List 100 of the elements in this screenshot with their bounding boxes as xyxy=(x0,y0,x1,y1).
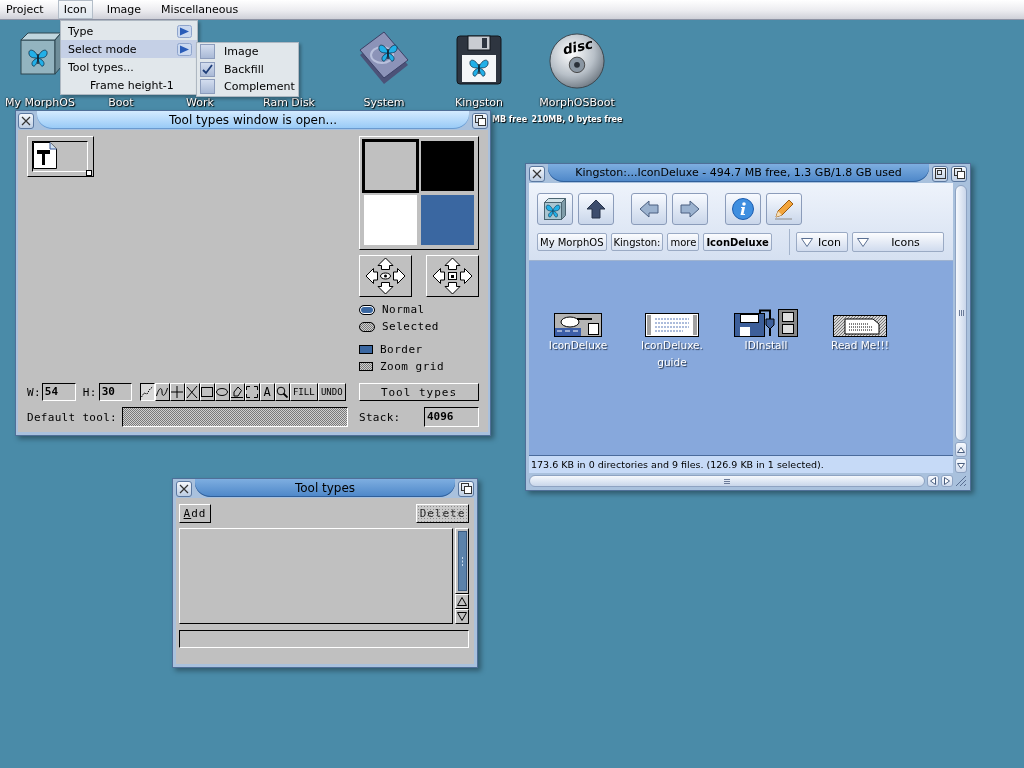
triangle-up-icon xyxy=(957,446,965,453)
checkbox[interactable] xyxy=(200,61,215,77)
tool-button[interactable]: FILL xyxy=(289,383,318,401)
scroll-down-button[interactable] xyxy=(955,458,967,473)
arrow-left-icon xyxy=(639,200,659,218)
freehand-icon xyxy=(141,386,154,398)
resize-grip-icon[interactable] xyxy=(955,475,967,487)
path-button[interactable]: My MorphOS xyxy=(537,233,607,251)
ellipse-icon xyxy=(216,386,229,398)
close-button[interactable] xyxy=(18,112,34,129)
menu-item[interactable]: Tool types... xyxy=(61,58,197,76)
icon-label[interactable]: Ram Disk xyxy=(263,97,315,109)
menu-title[interactable]: Image xyxy=(100,0,148,19)
path-button[interactable]: IconDeluxe xyxy=(703,233,772,251)
menu-title[interactable]: Miscellaneous xyxy=(155,0,245,19)
floppy-plug-icon[interactable] xyxy=(734,309,798,337)
close-button[interactable] xyxy=(529,165,545,182)
checkbox-icon[interactable] xyxy=(359,362,373,371)
menu-item[interactable]: Frame height-1 xyxy=(61,76,197,94)
triangle-down-icon xyxy=(801,237,813,247)
icon-label[interactable]: Work xyxy=(186,97,214,109)
checkbox[interactable] xyxy=(200,79,215,95)
menu-item[interactable]: Image xyxy=(197,43,298,61)
checkbox[interactable] xyxy=(200,44,215,60)
info-icon xyxy=(732,198,754,220)
program-icon[interactable] xyxy=(554,313,602,337)
document-icon[interactable] xyxy=(645,313,699,337)
triangle-up-icon xyxy=(457,597,467,606)
triangle-left-icon xyxy=(930,477,936,485)
arrow-right-icon xyxy=(680,200,700,218)
text-field[interactable] xyxy=(179,630,469,648)
color-swatch[interactable] xyxy=(421,195,474,245)
arrow-pad-button[interactable] xyxy=(359,255,412,297)
field-label: H: xyxy=(82,385,97,399)
hard-drive-icon[interactable] xyxy=(358,30,410,86)
tool-button[interactable] xyxy=(139,383,155,401)
checkbox-icon[interactable] xyxy=(359,345,373,354)
window-title: Kingston:...IconDeluxe - 494.7 MB free, 1.3 GB/1.8 GB used xyxy=(548,164,929,182)
submenu-arrow-icon xyxy=(177,24,192,38)
color-swatch[interactable] xyxy=(362,139,419,193)
menu-item[interactable]: Select mode xyxy=(61,40,197,58)
scroll-left-button[interactable] xyxy=(927,475,939,487)
arrow-pad-button[interactable] xyxy=(426,255,479,297)
dropdown[interactable]: Icons xyxy=(852,232,944,252)
checkbox-option[interactable]: Border xyxy=(359,341,479,358)
field-label: Default tool: xyxy=(27,410,117,424)
scrollbar[interactable] xyxy=(955,185,967,441)
triangle-right-icon xyxy=(944,477,950,485)
menu-title[interactable]: Icon xyxy=(57,0,93,19)
icon-subtitle: MB free xyxy=(492,115,528,125)
grip-icon xyxy=(958,310,964,316)
menu-item[interactable]: Type xyxy=(61,22,197,40)
icon-label[interactable]: MorphOSBoot xyxy=(539,97,615,109)
width-field[interactable]: 54 xyxy=(41,383,76,401)
stack-field[interactable]: 4096 xyxy=(424,407,479,427)
icon-label[interactable]: Kingston xyxy=(455,97,503,109)
radio-option[interactable]: Selected xyxy=(359,318,479,335)
radio-icon[interactable] xyxy=(359,321,375,332)
toolbar-button[interactable] xyxy=(725,193,761,225)
scrollbar[interactable] xyxy=(529,475,925,487)
page-icon[interactable] xyxy=(833,315,887,337)
color-swatch[interactable] xyxy=(421,141,474,191)
close-icon xyxy=(179,483,189,494)
path-button[interactable]: Kingston: xyxy=(610,233,664,251)
butterfly-cube-icon[interactable] xyxy=(18,30,62,76)
path-button[interactable]: more xyxy=(667,233,700,251)
add-button[interactable]: Add xyxy=(179,504,211,523)
toolbar-button[interactable] xyxy=(537,193,573,225)
height-field[interactable]: 30 xyxy=(98,383,132,401)
checkbox-option[interactable]: Zoom grid xyxy=(359,358,479,375)
icon-label[interactable]: System xyxy=(363,97,405,109)
depth-button[interactable] xyxy=(472,112,488,129)
menu-item[interactable]: Complement xyxy=(197,78,298,96)
tool-types-button[interactable]: Tool types xyxy=(359,383,479,401)
menu-title[interactable]: Project xyxy=(0,0,50,19)
triangle-down-icon xyxy=(457,612,467,621)
zoom-button[interactable] xyxy=(932,165,948,182)
close-button[interactable] xyxy=(176,480,192,497)
magnifier-icon xyxy=(276,386,289,398)
menu-item[interactable]: Backfill xyxy=(197,60,298,78)
depth-button[interactable] xyxy=(458,480,474,497)
arrows-eye-icon xyxy=(365,257,406,295)
scroll-right-button[interactable] xyxy=(941,475,953,487)
radio-icon[interactable] xyxy=(359,304,375,315)
submenu-arrow-icon xyxy=(177,42,192,56)
depth-button[interactable] xyxy=(951,165,967,182)
icon-label[interactable]: My MorphOS xyxy=(5,97,75,109)
resize-handle-icon[interactable] xyxy=(86,170,92,176)
tool-button[interactable]: UNDO xyxy=(317,383,346,401)
disc-icon[interactable] xyxy=(549,33,605,89)
radio-option[interactable]: Normal xyxy=(359,301,479,318)
toolbar-button[interactable] xyxy=(578,193,614,225)
list-field[interactable] xyxy=(179,528,453,624)
check-icon xyxy=(202,63,213,75)
icon-label[interactable]: Boot xyxy=(108,97,134,109)
close-icon xyxy=(21,115,31,126)
color-swatch[interactable] xyxy=(364,195,417,245)
toolbar-button[interactable] xyxy=(766,193,802,225)
scroll-up-button[interactable] xyxy=(955,442,967,457)
dropdown[interactable]: Icon xyxy=(796,232,848,252)
